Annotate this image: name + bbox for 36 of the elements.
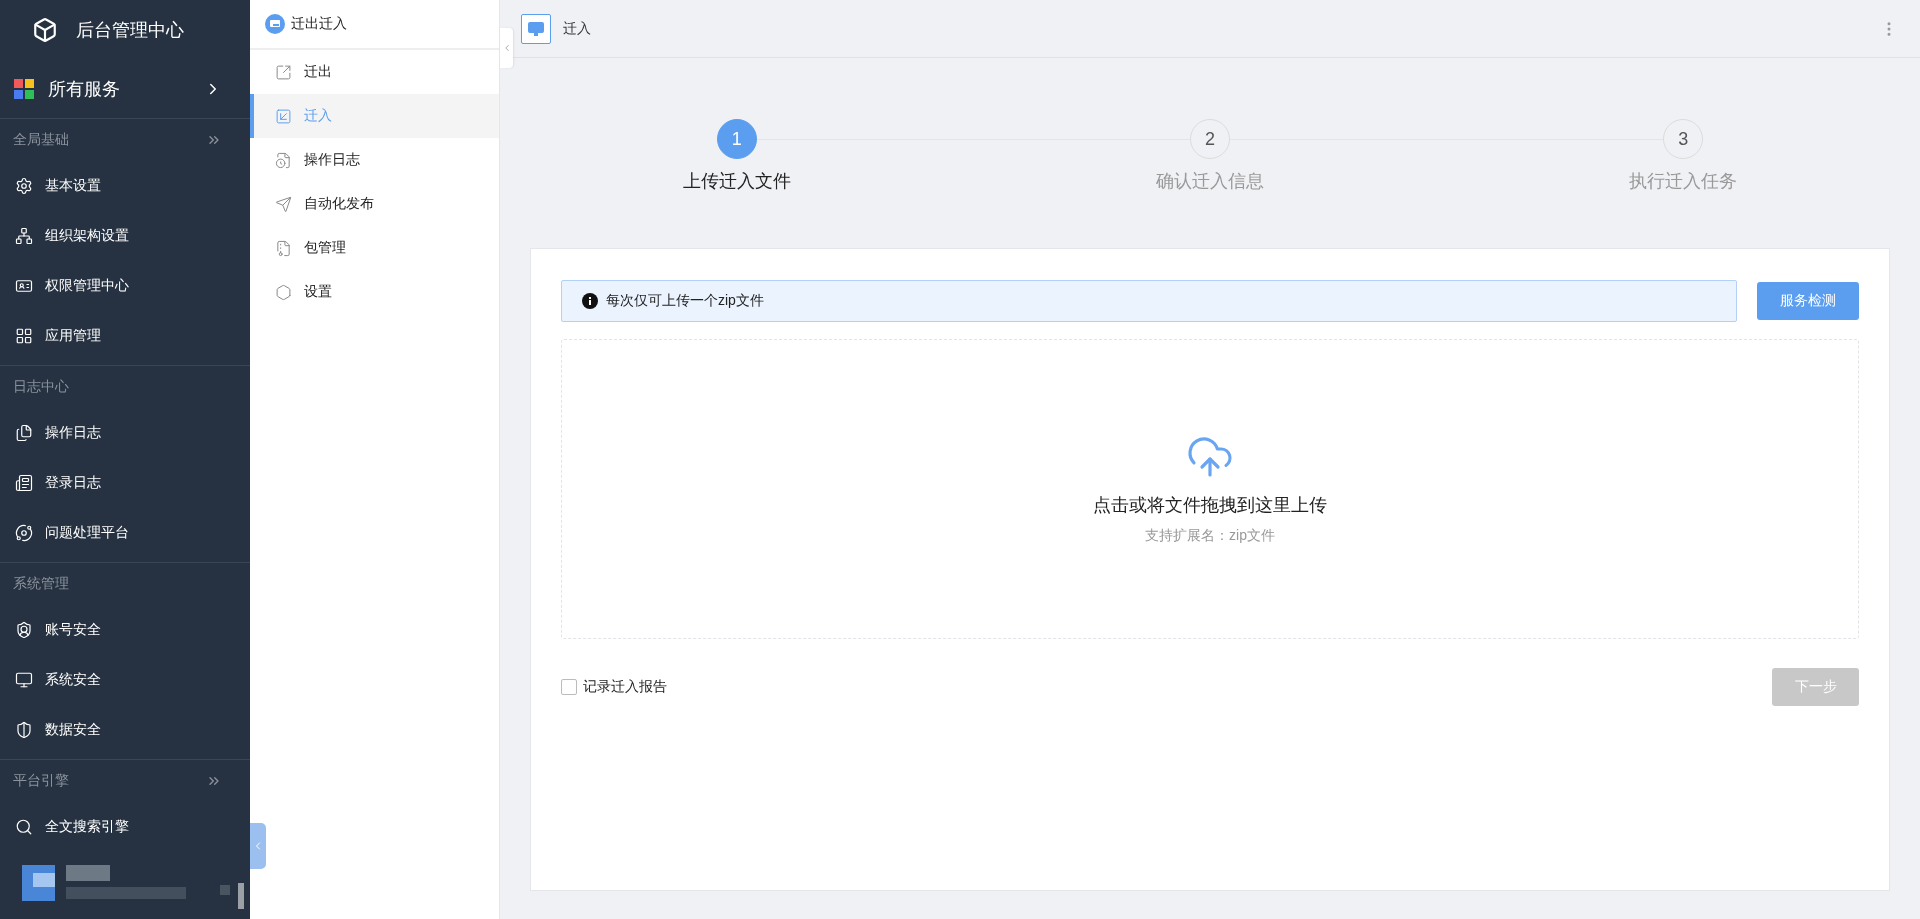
all-services-label: 所有服务 <box>48 78 121 101</box>
app-title: 后台管理中心 <box>76 19 184 42</box>
all-services-menu[interactable]: 所有服务 <box>0 60 250 119</box>
sidebar-item[interactable]: 账号安全 <box>0 605 250 655</box>
sidebar-item[interactable]: 组织架构设置 <box>0 211 250 261</box>
subnav-item[interactable]: 包管理 <box>250 226 499 270</box>
step-number: 3 <box>1663 119 1704 159</box>
subnav-item[interactable]: 自动化发布 <box>250 182 499 226</box>
notice-text: 每次仅可上传一个zip文件 <box>606 292 764 310</box>
upload-title: 点击或将文件拖拽到这里上传 <box>1093 494 1327 517</box>
step-label: 上传迁入文件 <box>682 170 791 193</box>
sidebar-item[interactable]: 全文搜索引擎 <box>0 802 250 852</box>
group-heading: 系统管理 <box>13 575 70 593</box>
sidebar-item[interactable]: 权限管理中心 <box>0 261 250 311</box>
step-label: 执行迁入任务 <box>1629 170 1738 193</box>
subnav-item[interactable]: 迁出 <box>250 50 499 94</box>
upload-drop-zone[interactable]: 点击或将文件拖拽到这里上传 支持扩展名：zip文件 <box>561 339 1859 639</box>
subnav-item[interactable]: 操作日志 <box>250 138 499 182</box>
group-heading: 日志中心 <box>13 378 70 396</box>
sidebar-item[interactable]: 问题处理平台 <box>0 508 250 558</box>
page-title: 迁入 <box>563 19 592 38</box>
step-label: 确认迁入信息 <box>1156 170 1264 193</box>
group-heading: 全局基础 <box>13 131 70 149</box>
step-number: 2 <box>1190 119 1230 159</box>
upload-hint: 支持扩展名：zip文件 <box>1145 527 1275 545</box>
sidebar-item[interactable]: 数据安全 <box>0 705 250 755</box>
sidebar-item[interactable]: 系统安全 <box>0 655 250 705</box>
sidebar-item[interactable]: 应用管理 <box>0 311 250 361</box>
subnav-item[interactable]: 设置 <box>250 270 499 314</box>
sidebar-item[interactable]: 操作日志 <box>0 408 250 458</box>
sidebar-item[interactable]: 基本设置 <box>0 161 250 211</box>
subnav-title: 迁出迁入 <box>291 15 347 33</box>
record-report-label: 记录迁入报告 <box>583 678 667 696</box>
sidebar-item[interactable]: 登录日志 <box>0 458 250 508</box>
step-number: 1 <box>716 119 757 159</box>
group-heading: 平台引擎 <box>13 772 70 790</box>
